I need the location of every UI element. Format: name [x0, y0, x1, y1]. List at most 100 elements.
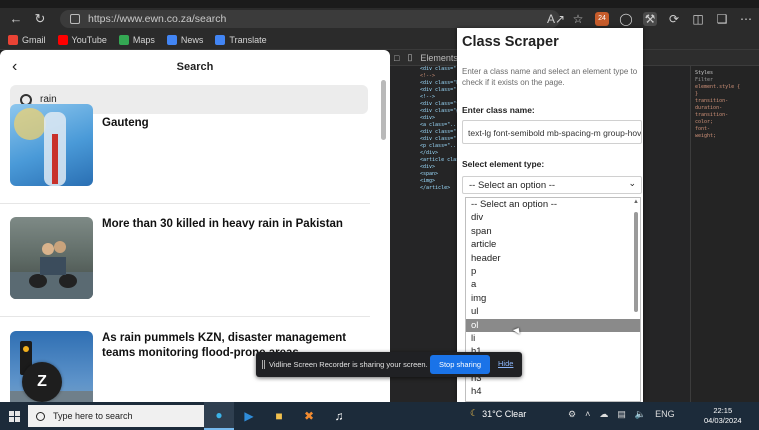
chevron-down-icon[interactable]: ⌄	[628, 178, 636, 189]
devtools-tab-elements[interactable]: Elements	[420, 53, 458, 63]
inspect-icon[interactable]: □	[394, 53, 399, 63]
tab-strip	[0, 0, 759, 8]
dropdown-scrollbar[interactable]	[634, 212, 638, 312]
article-title[interactable]: More than 30 killed in heavy rain in Pak…	[102, 217, 352, 232]
refresh-icon[interactable]: ↻	[32, 11, 48, 27]
dropdown-option[interactable]: -- Select an option --	[466, 198, 640, 211]
page-title: Search	[176, 61, 214, 73]
network-icon[interactable]: ▤	[617, 409, 626, 420]
device-icon[interactable]: ▯	[407, 52, 412, 63]
bookmark-label: News	[180, 34, 204, 45]
scroll-up-arrow-icon[interactable]: ▲	[633, 199, 639, 205]
bookmark-label: Maps	[132, 34, 155, 45]
translate-icon	[215, 34, 226, 45]
clock[interactable]: 22:15 04/03/2024	[704, 406, 742, 426]
popup-title: Class Scraper	[462, 34, 559, 50]
thermometer-image	[14, 108, 66, 186]
taskbar-search[interactable]: Type here to search	[28, 405, 204, 427]
language-indicator[interactable]: ENG	[655, 409, 675, 420]
bookmark-youtube[interactable]: YouTube	[57, 34, 107, 45]
dropdown-option[interactable]: p	[466, 265, 640, 278]
divider	[0, 316, 370, 317]
pause-icon[interactable]	[262, 360, 265, 369]
bookmark-gmail[interactable]: Gmail	[8, 34, 46, 45]
weather-widget[interactable]: ☾ 31°C Clear	[470, 408, 526, 419]
url-text[interactable]: https://www.ewn.co.za/search	[88, 13, 226, 25]
bookmark-label: YouTube	[71, 34, 107, 45]
bookmark-translate[interactable]: Translate	[215, 34, 267, 45]
settings-icon[interactable]: ⚙	[568, 409, 576, 420]
weather-text[interactable]: 31°C Clear	[482, 409, 526, 419]
page-scrollbar[interactable]	[381, 80, 386, 140]
dropdown-option[interactable]: div	[466, 211, 640, 224]
back-arrow-icon[interactable]: ←	[8, 11, 24, 27]
dropdown-option[interactable]: a	[466, 278, 640, 291]
edge-browser-icon[interactable]: ●	[204, 402, 234, 430]
recorder-logo: Z	[22, 362, 62, 402]
maps-icon	[118, 34, 129, 45]
class-scraper-extension-icon[interactable]: ⚒	[643, 12, 657, 26]
dropdown-option[interactable]: article	[466, 238, 640, 251]
cloud-icon[interactable]: ☁	[599, 409, 608, 420]
taskbar: Type here to search ● ▶ ■ ✖ ♫ ☾ 31°C Cle…	[0, 402, 759, 430]
dropdown-option[interactable]: li	[466, 332, 640, 345]
styles-pane[interactable]: Styles Filter element.style { } transiti…	[690, 66, 759, 402]
element-type-select[interactable]: -- Select an option -- ⌄	[462, 176, 642, 194]
start-button[interactable]	[0, 402, 28, 430]
select-value[interactable]: -- Select an option --	[469, 180, 555, 191]
collections-icon[interactable]: ❑	[715, 12, 729, 26]
file-explorer-icon[interactable]: ■	[264, 402, 294, 430]
extension-badge-icon[interactable]: 24	[595, 12, 609, 26]
element-type-label: Select element type:	[462, 159, 545, 169]
article-thumbnail[interactable]	[10, 217, 93, 299]
flood-motorbike-image	[10, 241, 93, 299]
bookmark-label: Gmail	[22, 34, 46, 45]
chevron-up-icon[interactable]: ˄	[585, 409, 590, 420]
youtube-icon	[57, 34, 68, 45]
split-screen-icon[interactable]: ◫	[691, 12, 705, 26]
taskbar-search-placeholder[interactable]: Type here to search	[53, 411, 133, 421]
class-name-value[interactable]: text-lg font-semibold mb-spacing-m group…	[468, 128, 641, 138]
popup-description: Enter a class name and select an element…	[462, 67, 638, 87]
browser-toolbar: ← ↻ https://www.ewn.co.za/search A↗ ☆ 24…	[0, 8, 759, 30]
sync-icon[interactable]: ⟳	[667, 12, 681, 26]
dropdown-option[interactable]: ol	[466, 318, 640, 332]
article-thumbnail[interactable]	[10, 104, 93, 186]
site-info-icon[interactable]	[70, 14, 80, 24]
article-title[interactable]: Gauteng	[102, 116, 352, 131]
bookmark-news[interactable]: News	[166, 34, 204, 45]
read-aloud-icon[interactable]: A↗	[547, 12, 565, 26]
class-name-label: Enter class name:	[462, 105, 535, 115]
tiktok-icon[interactable]: ♫	[324, 402, 354, 430]
system-tray: ⚙ ˄ ☁ ▤ 🔈 ENG	[568, 409, 675, 420]
styles-filter[interactable]: Filter	[695, 77, 755, 84]
styles-tab[interactable]: Styles	[695, 70, 755, 77]
favorite-star-icon[interactable]: ☆	[571, 12, 585, 26]
dropdown-option[interactable]: span	[466, 225, 640, 238]
web-page: ‹ Search rain Gauteng More than 30 kille…	[0, 50, 390, 402]
class-name-input[interactable]: text-lg font-semibold mb-spacing-m group…	[462, 120, 642, 144]
search-icon	[36, 411, 45, 421]
hide-link[interactable]: Hide	[498, 359, 513, 368]
screen-share-bar: Vidline Screen Recorder is sharing your …	[256, 352, 522, 377]
gmail-icon	[8, 34, 18, 45]
more-icon[interactable]: ⋯	[739, 12, 753, 26]
bookmark-label: Translate	[229, 34, 267, 45]
volume-icon[interactable]: 🔈	[635, 409, 646, 420]
windows-icon	[8, 410, 20, 422]
time-text: 22:15	[713, 406, 733, 415]
dropdown-option[interactable]: header	[466, 252, 640, 265]
xampp-icon[interactable]: ✖	[294, 402, 324, 430]
dropdown-option[interactable]: h4	[466, 385, 640, 398]
share-message: Vidline Screen Recorder is sharing your …	[269, 360, 428, 369]
bookmark-maps[interactable]: Maps	[118, 34, 155, 45]
divider	[0, 203, 370, 204]
bookmarks-bar: Gmail YouTube Maps News Translate	[0, 30, 759, 50]
dropdown-option[interactable]: ul	[466, 305, 640, 318]
vscode-icon[interactable]: ▶	[234, 402, 264, 430]
address-bar[interactable]: https://www.ewn.co.za/search	[60, 10, 560, 28]
browser-shield-icon[interactable]: ◯	[619, 12, 633, 26]
dropdown-option[interactable]: img	[466, 292, 640, 305]
stop-sharing-button[interactable]: Stop sharing	[430, 355, 490, 374]
toolbar-icons: A↗ ☆ 24 ◯ ⚒ ⟳ ◫ ❑ ⋯	[547, 10, 753, 28]
